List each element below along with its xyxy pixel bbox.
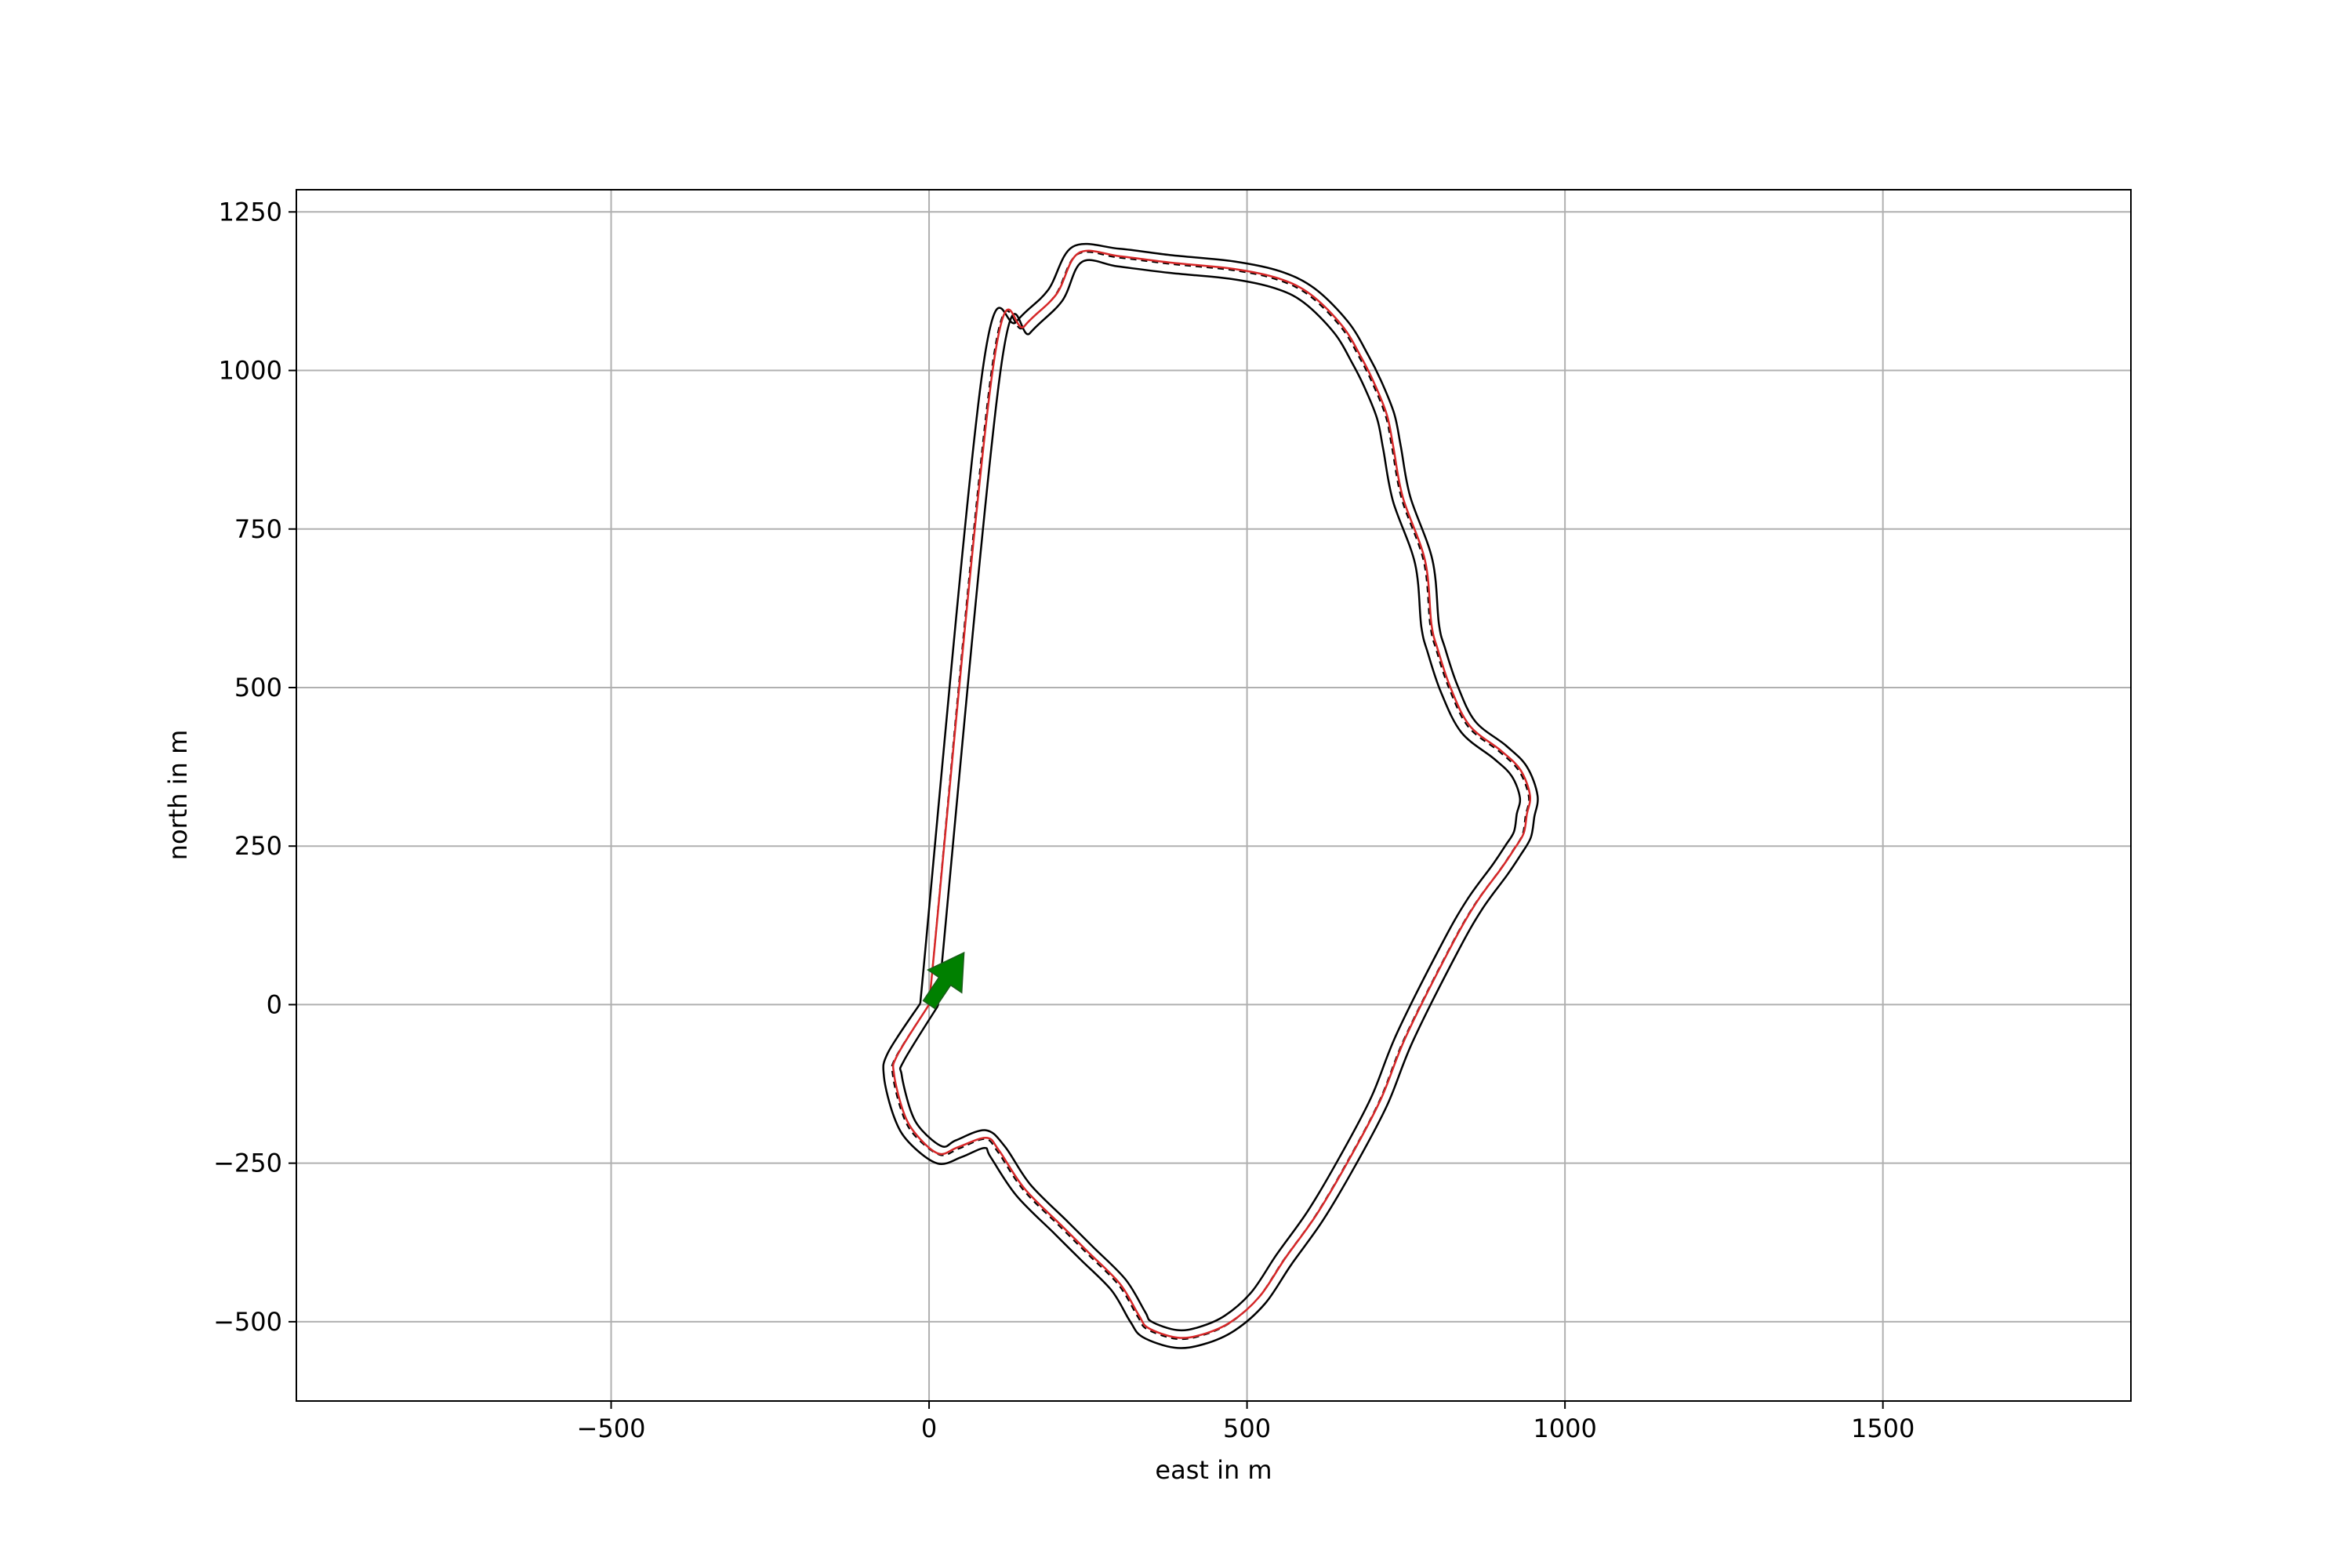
y-tick-label: 1000 [219, 356, 282, 386]
x-tick-label: 500 [1223, 1414, 1271, 1443]
x-tick-label: −500 [577, 1414, 646, 1443]
x-axis-label: east in m [1155, 1455, 1272, 1485]
y-tick-label: 1250 [219, 197, 282, 227]
x-tick-label: 0 [921, 1414, 937, 1443]
track-plot-figure: −500 0 500 1000 1500 −500 −250 0 250 500 750 1000 12… [0, 0, 2352, 1568]
x-tick-label: 1500 [1851, 1414, 1915, 1443]
y-tick-label: 0 [267, 989, 282, 1019]
y-axis-label: north in m [163, 730, 193, 861]
y-tick-label: 250 [234, 831, 282, 861]
axes-background [296, 190, 2131, 1401]
y-tick-label: 750 [234, 514, 282, 544]
y-tick-label: 500 [234, 673, 282, 702]
y-tick-label: −250 [213, 1149, 282, 1178]
y-tick-label: −500 [213, 1307, 282, 1337]
x-tick-label: 1000 [1533, 1414, 1596, 1443]
plot-area [296, 189, 2132, 1402]
